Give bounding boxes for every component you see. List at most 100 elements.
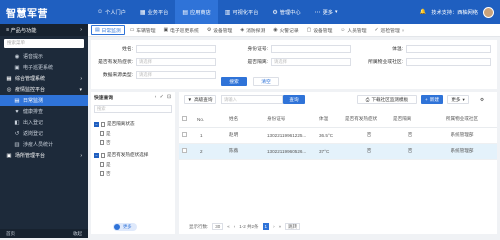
- source-label: 数据来源类型:: [102, 73, 133, 78]
- user-icon: ☺: [97, 9, 104, 15]
- cell-community: 系统管理部: [427, 127, 497, 144]
- advanced-filter-button[interactable]: ▼ 高级查询: [184, 95, 216, 104]
- sidebar-item-return[interactable]: ↺ 返岗登记: [0, 128, 88, 139]
- settings-icon[interactable]: ⚙: [475, 95, 489, 104]
- door-icon: ◧: [14, 119, 20, 126]
- document-icon: [100, 140, 104, 145]
- checkbox-icon: [182, 148, 187, 153]
- chevron-right-icon: ›: [80, 152, 82, 159]
- col-no: No.: [197, 112, 229, 128]
- search-button[interactable]: 搜索: [221, 77, 247, 86]
- contact-select[interactable]: 请选择: [271, 57, 351, 66]
- quick-group-isolation[interactable]: − 是否隔离状态: [91, 119, 175, 129]
- name-input[interactable]: [136, 44, 216, 53]
- tab-daily[interactable]: ▤ 日常监测: [91, 25, 125, 35]
- id-card-input[interactable]: [271, 44, 351, 53]
- sidebar-item-health[interactable]: ♥ 健康排查: [0, 106, 88, 117]
- more-toggle[interactable]: 更多: [113, 223, 137, 231]
- cell-isolation: 否: [393, 127, 427, 144]
- gear-icon: ⚙: [206, 27, 212, 33]
- topnav-more[interactable]: ⋯ 更多 ▾: [308, 0, 345, 24]
- topnav-store[interactable]: ▤ 应用商店: [175, 0, 218, 24]
- sidebar-item-daily[interactable]: ▤ 日常监测: [0, 95, 88, 106]
- patrol-icon: ▣: [163, 27, 169, 33]
- home-link[interactable]: 首页: [6, 231, 15, 237]
- panel-tools-icon[interactable]: ‹ ✓ ⊡: [155, 95, 172, 100]
- quick-search-input[interactable]: 搜索: [94, 105, 172, 113]
- cell-id: 13022119961225...: [267, 127, 319, 144]
- page-number[interactable]: 1: [262, 223, 270, 230]
- sidebar-item-stats[interactable]: ▥ 涉疫人员统计: [0, 139, 88, 150]
- more-button[interactable]: 更多 ▾: [447, 95, 469, 104]
- tab-personnel[interactable]: ☺ 人员管理: [337, 25, 369, 35]
- topnav-admin[interactable]: ⚙ 管理中心: [265, 0, 307, 24]
- cell-name: 陈薇: [229, 143, 267, 160]
- chart-icon: ▥: [224, 9, 231, 16]
- col-fever: 是否有发热症状: [345, 112, 393, 128]
- reset-button[interactable]: 清空: [253, 77, 279, 86]
- tab-device-2[interactable]: ▢ 设备管理: [304, 25, 336, 35]
- community-input[interactable]: [406, 57, 491, 66]
- quick-query-panel: 快速查询 ‹ ✓ ⊡ 搜索 − 是否隔离状态 是 否 − 是否有发热症状选择 是 否…: [91, 92, 175, 234]
- last-page-icon[interactable]: »: [279, 224, 282, 229]
- query-button[interactable]: 查询: [283, 95, 305, 104]
- temperature-label: 体温:: [392, 47, 403, 52]
- sidebar-search-input[interactable]: 搜索菜单: [4, 39, 84, 48]
- quick-option[interactable]: 是: [91, 160, 175, 169]
- quick-option[interactable]: 是: [91, 129, 175, 138]
- symptom-label: 是否有发热症状:: [98, 60, 133, 65]
- quick-option[interactable]: 否: [91, 169, 175, 178]
- select-all-checkbox[interactable]: [179, 112, 197, 128]
- document-icon: [100, 131, 104, 136]
- symptom-select[interactable]: 请选择: [136, 57, 216, 66]
- sidebar-group-epidemic[interactable]: ◎ 疫情监控平台 ▾: [0, 84, 88, 95]
- download-template-button[interactable]: ⎙ 下载社区监测模板: [357, 95, 417, 104]
- sidebar-item-entry[interactable]: ◧ 出入登记: [0, 117, 88, 128]
- collapse-button[interactable]: 收起: [73, 231, 82, 237]
- table-search-input[interactable]: 请输入: [221, 95, 283, 104]
- row-checkbox[interactable]: [179, 127, 197, 144]
- col-temp: 体温: [319, 112, 345, 128]
- goto-input[interactable]: 跳转: [285, 223, 301, 230]
- first-page-icon[interactable]: «: [227, 224, 230, 229]
- tab-device[interactable]: ⚙ 设备管理: [204, 25, 236, 35]
- close-icon[interactable]: ×: [402, 28, 405, 33]
- tab-fire-record[interactable]: ◉ 火警记录: [270, 25, 301, 35]
- rows-select[interactable]: 30: [212, 223, 224, 230]
- chevron-down-icon: ▾: [462, 96, 465, 102]
- topnav-personal[interactable]: ☺ 个人门户: [90, 0, 133, 24]
- table-row[interactable]: 1 赵明 13022119961225... 36.5°C 否 否 系统管理部: [179, 127, 497, 144]
- sidebar-item-patrol[interactable]: ▣ 电子巡更系统: [0, 62, 88, 73]
- tab-patrol[interactable]: ▣ 电子巡更系统: [161, 25, 202, 35]
- sidebar-item-voice[interactable]: ◉ 语音提示: [0, 51, 88, 62]
- table-row[interactable]: 2 陈薇 13022119960526... 37°C 否 否 系统管理部: [179, 143, 497, 160]
- sidebar-group-venue[interactable]: ▣ 场所管理平台 ›: [0, 150, 88, 161]
- quick-group-fever[interactable]: − 是否有发热症状选择: [91, 150, 175, 160]
- temperature-input[interactable]: [406, 44, 491, 53]
- bell-icon[interactable]: 🔔: [420, 9, 426, 15]
- filter-icon: ▼: [187, 97, 193, 102]
- fire-icon: ◈: [240, 27, 245, 33]
- avatar[interactable]: [483, 6, 494, 18]
- tab-fire-detect[interactable]: ◈ 消防探测: [237, 25, 268, 35]
- row-checkbox[interactable]: [179, 143, 197, 160]
- table-header-row: No. 姓名 身份证号 体温 是否有发热症状 是否隔离 所属物业或社区: [179, 112, 497, 128]
- new-button[interactable]: + 新建: [421, 95, 443, 104]
- document-icon: [100, 162, 104, 167]
- patrol-icon: ▣: [14, 64, 20, 71]
- chevron-down-icon: ▾: [79, 86, 82, 93]
- quick-option[interactable]: 否: [91, 138, 175, 147]
- source-select[interactable]: 请选择: [136, 70, 216, 79]
- contact-label: 是否隔离:: [247, 60, 268, 65]
- alarm-icon: ◉: [273, 27, 278, 33]
- topnav-business[interactable]: ▦ 业务平台: [133, 0, 175, 24]
- tab-vehicle[interactable]: ▭ 车辆管理: [127, 25, 159, 35]
- sidebar-group-general[interactable]: ▦ 综合管理系统 ›: [0, 73, 88, 84]
- next-page-icon[interactable]: ›: [273, 224, 275, 229]
- tab-inspection[interactable]: ✓ 巡检管理 ×: [372, 25, 408, 35]
- topnav-visual[interactable]: ▥ 可视化平台: [218, 0, 266, 24]
- sidebar-header[interactable]: ≡ 产品与功能 ›: [0, 24, 88, 36]
- cell-community: 系统管理部: [427, 143, 497, 160]
- return-icon: ↺: [14, 130, 20, 137]
- prev-page-icon[interactable]: ‹: [234, 224, 236, 229]
